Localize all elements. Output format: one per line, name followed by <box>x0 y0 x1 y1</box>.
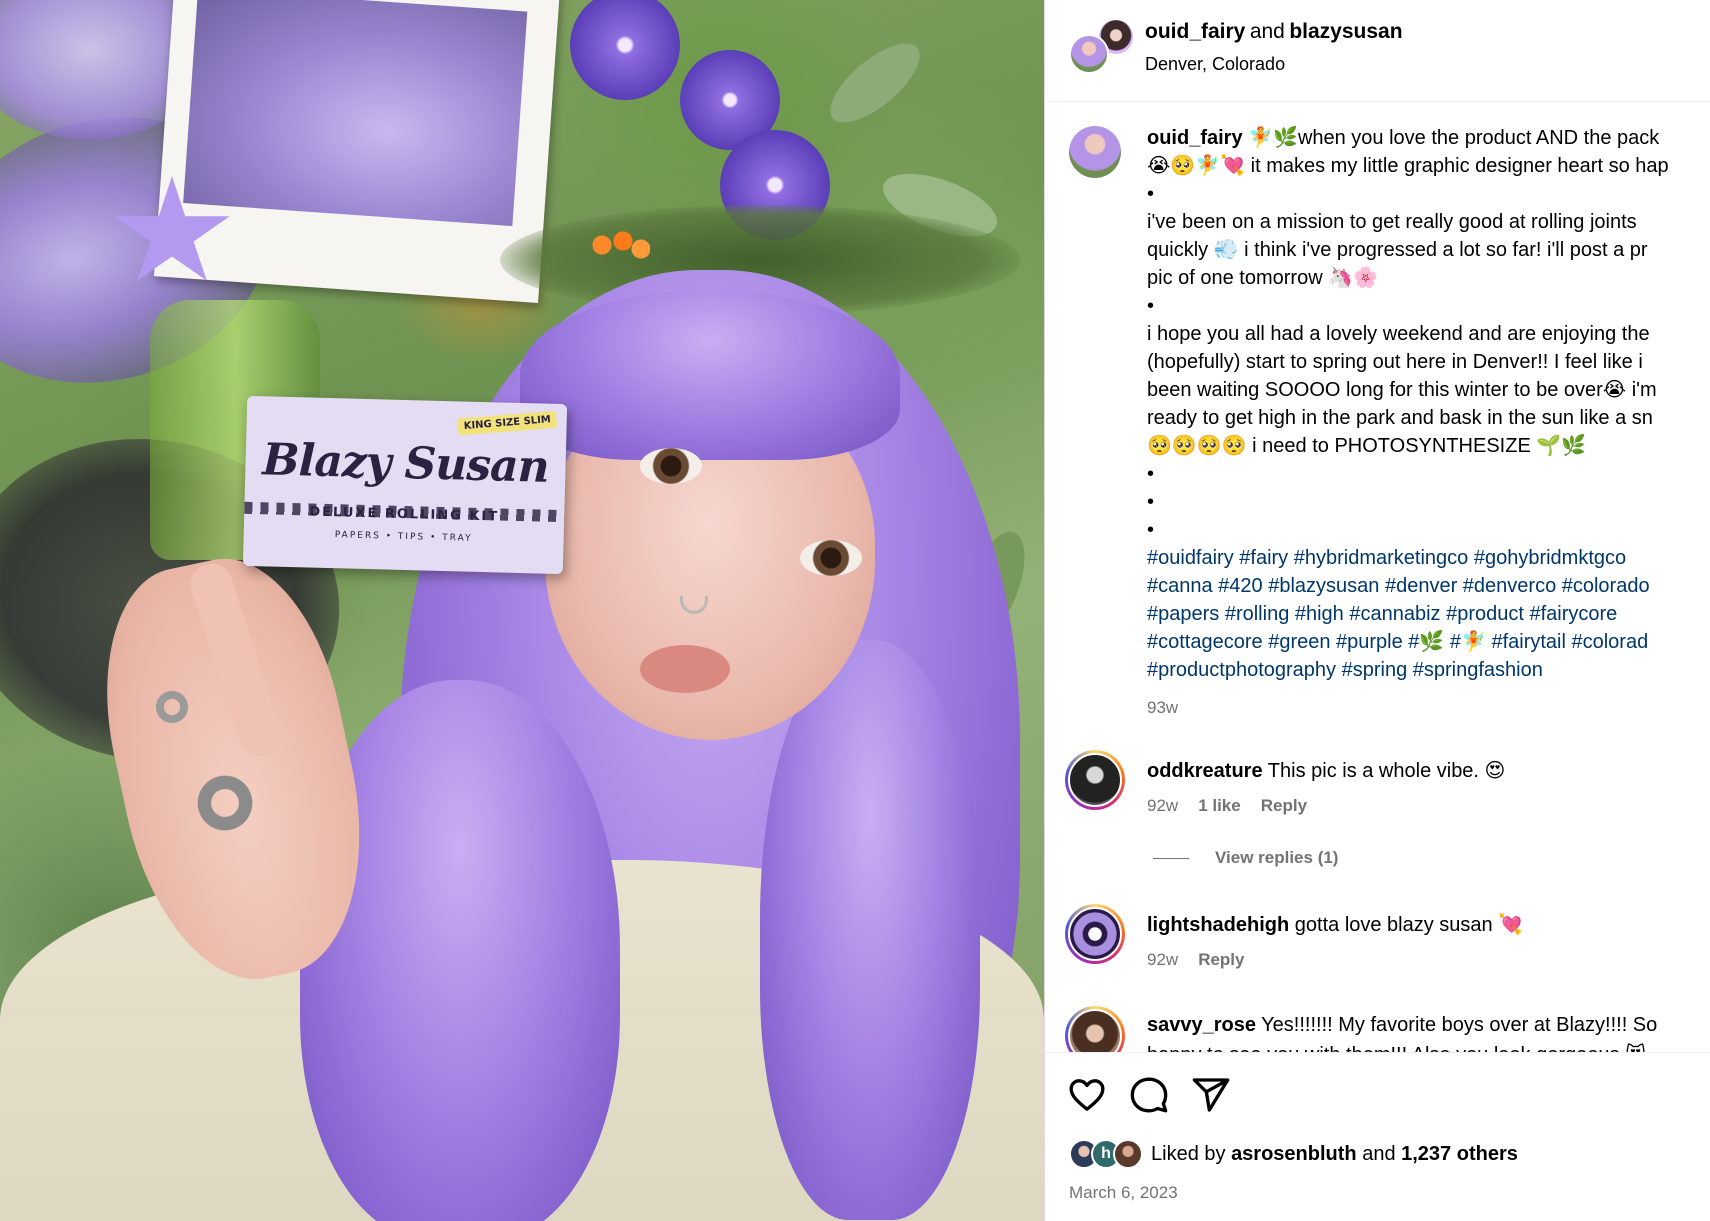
comment-text: lightshadehigh gotta love blazy susan 💘 <box>1147 912 1523 937</box>
caption-line: been waiting SOOOO long for this winter … <box>1147 379 1657 401</box>
collab-avatar-ouid-fairy[interactable] <box>1069 34 1109 74</box>
comment-age[interactable]: 92w <box>1147 796 1178 816</box>
caption-line: i hope you all had a lovely weekend and … <box>1147 323 1650 345</box>
orange-berries <box>590 225 650 265</box>
comment: lightshadehigh gotta love blazy susan 💘 … <box>1045 904 1710 984</box>
caption-line: (hopefully) start to spring out here in … <box>1147 351 1643 373</box>
caption-line: • <box>1147 183 1155 205</box>
caption-line: • <box>1147 519 1155 541</box>
reply-button[interactable]: Reply <box>1261 796 1307 816</box>
caption-line: 🧚🌿when you love the product AND the pack <box>1242 127 1660 149</box>
wig-bangs <box>520 290 900 460</box>
ring <box>190 775 260 831</box>
post-header: ouid_fairy and blazysusan Denver, Colora… <box>1045 0 1710 102</box>
liked-others[interactable]: 1,237 others <box>1401 1143 1518 1166</box>
caption-line: • <box>1147 491 1155 513</box>
hashtag-line[interactable]: #canna #420 #blazysusan #denver #denverc… <box>1147 572 1710 600</box>
liked-by-prefix: Liked by <box>1151 1142 1232 1165</box>
location-link[interactable]: Denver, Colorado <box>1145 54 1285 75</box>
comment-text: savvy_rose Yes!!!!!!! My favorite boys o… <box>1147 1014 1657 1037</box>
caption-line: • <box>1147 295 1155 317</box>
purple-wig-strands <box>760 640 980 1220</box>
comment-meta: 92w Reply <box>1147 950 1244 970</box>
eye-left <box>640 448 702 484</box>
product-brand: Blazy Susan <box>261 434 550 493</box>
reply-button[interactable]: Reply <box>1198 950 1244 970</box>
liker-avatar[interactable] <box>1113 1139 1143 1169</box>
header-and: and <box>1249 20 1285 43</box>
comment-avatar[interactable] <box>1065 904 1125 964</box>
comment-meta: 92w 1 like Reply <box>1147 796 1307 816</box>
lips <box>640 645 730 693</box>
product-box: KING SIZE SLIM Blazy Susan DELUXE ROLLIN… <box>242 395 568 575</box>
comment-body: Yes!!!!!!! My favorite boys over at Blaz… <box>1255 1014 1658 1036</box>
caption-line: 😭🥺🧚💘 it makes my little graphic designer… <box>1147 155 1669 177</box>
product-tag: KING SIZE SLIM <box>456 410 558 436</box>
comment-icon[interactable] <box>1129 1075 1169 1115</box>
caption-avatar[interactable] <box>1069 126 1121 178</box>
eye-right <box>800 540 862 576</box>
comment-text: oddkreature This pic is a whole vibe. 😍 <box>1147 758 1505 783</box>
comment-likes[interactable]: 1 like <box>1198 796 1241 816</box>
header-username-2[interactable]: blazysusan <box>1289 20 1402 43</box>
caption-line: 🥺🥺🥺🥺 i need to PHOTOSYNTHESIZE 🌱🌿 <box>1147 435 1587 457</box>
replies-divider <box>1153 858 1189 859</box>
hashtag-line[interactable]: #ouidfairy #fairy #hybridmarketingco #go… <box>1147 544 1710 572</box>
caption-line: i've been on a mission to get really goo… <box>1147 211 1637 233</box>
post-actions: h Liked by asrosenbluth and 1,237 others… <box>1045 1052 1710 1221</box>
product-subtitle: PAPERS • TIPS • TRAY <box>334 530 473 544</box>
leaf <box>818 30 932 136</box>
liked-and: and <box>1356 1142 1402 1165</box>
comment: savvy_rose Yes!!!!!!! My favorite boys o… <box>1045 1006 1710 1052</box>
comment: oddkreature This pic is a whole vibe. 😍 … <box>1045 748 1710 868</box>
caption-line: pic of one tomorrow 🦄🌸 <box>1147 267 1378 289</box>
comment-avatar[interactable] <box>1065 750 1125 810</box>
post-date[interactable]: March 6, 2023 <box>1069 1183 1178 1203</box>
hashtag-line[interactable]: #papers #rolling #high #cannabiz #produc… <box>1147 600 1710 628</box>
caption-age[interactable]: 93w <box>1147 694 1710 722</box>
comment-username[interactable]: lightshadehigh <box>1147 914 1289 936</box>
liked-by-user[interactable]: asrosenbluth <box>1231 1143 1357 1166</box>
comment-body: gotta love blazy susan 💘 <box>1289 914 1524 936</box>
post-sidebar: ouid_fairy and blazysusan Denver, Colora… <box>1044 0 1710 1221</box>
view-replies-button[interactable]: View replies (1) <box>1215 848 1338 868</box>
comment-username[interactable]: oddkreature <box>1147 760 1263 782</box>
ring <box>152 690 192 724</box>
share-icon[interactable] <box>1191 1075 1231 1115</box>
heart-icon[interactable] <box>1067 1075 1107 1115</box>
caption-line: ready to get high in the park and bask i… <box>1147 407 1653 429</box>
purple-flower <box>570 0 680 100</box>
comment-avatar[interactable] <box>1065 1006 1125 1052</box>
post-caption: ouid_fairy 🧚🌿when you love the product A… <box>1147 124 1710 722</box>
comment-age[interactable]: 92w <box>1147 950 1178 970</box>
comment-username[interactable]: savvy_rose <box>1147 1014 1256 1036</box>
collab-names: ouid_fairy and blazysusan <box>1145 20 1403 44</box>
comment-body-continued: happy to see you with them!!! Also you l… <box>1147 1042 1646 1052</box>
hashtag-line[interactable]: #productphotography #spring #springfashi… <box>1147 656 1710 684</box>
liked-by: h Liked by asrosenbluth and 1,237 others <box>1069 1139 1518 1169</box>
post-photo[interactable]: KING SIZE SLIM Blazy Susan DELUXE ROLLIN… <box>0 0 1044 1221</box>
hashtag-line[interactable]: #cottagecore #green #purple #🌿 #🧚 #fairy… <box>1147 628 1710 656</box>
comment-body: This pic is a whole vibe. 😍 <box>1262 760 1506 782</box>
caption-line: quickly 💨 i think i've progressed a lot … <box>1147 239 1648 261</box>
header-username-1[interactable]: ouid_fairy <box>1145 20 1245 43</box>
caption-line: • <box>1147 463 1155 485</box>
caption-username[interactable]: ouid_fairy <box>1147 127 1243 149</box>
